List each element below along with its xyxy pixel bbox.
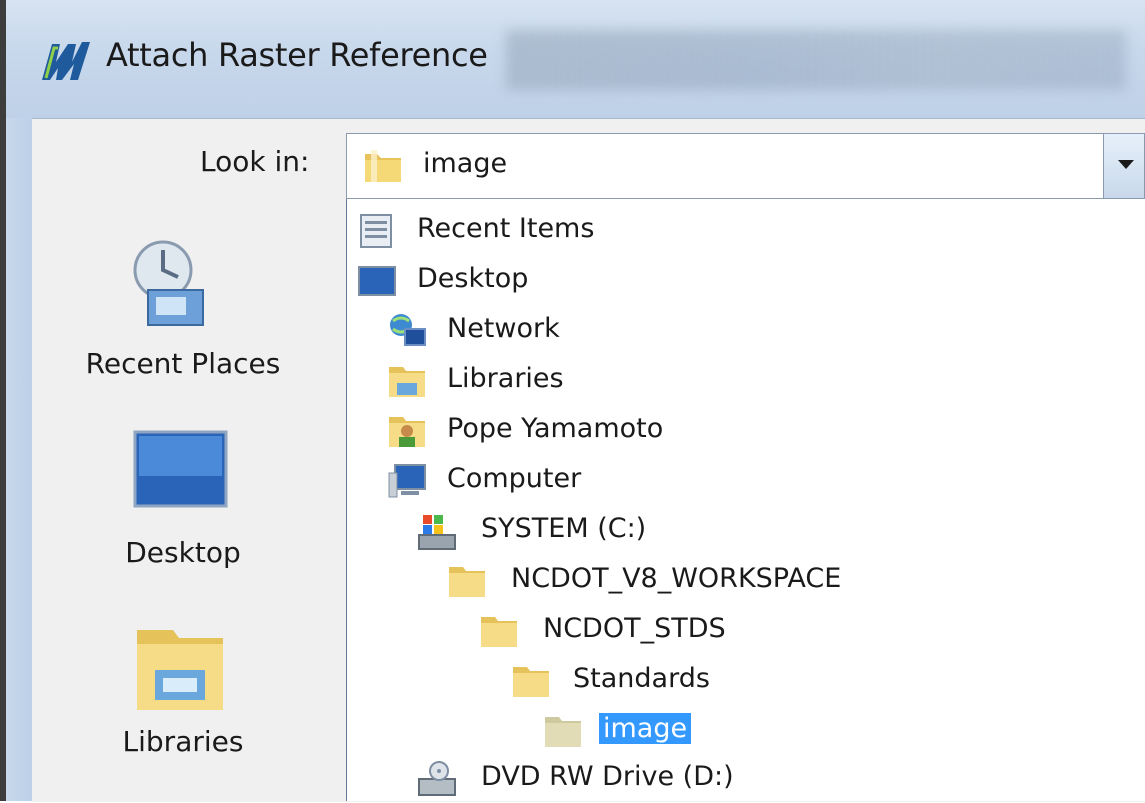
- microstation-app-icon: [42, 42, 90, 80]
- item-label: DVD RW Drive (D:): [481, 761, 734, 792]
- look-in-label: Look in:: [200, 145, 310, 178]
- place-label: Recent Places: [85, 347, 281, 380]
- dialog-title: Attach Raster Reference: [106, 36, 488, 74]
- place-label: Libraries: [122, 725, 244, 758]
- item-label: Computer: [447, 463, 582, 494]
- list-item[interactable]: SYSTEM (C:): [347, 507, 1127, 555]
- item-label: Desktop: [417, 263, 529, 294]
- libraries-icon: [137, 630, 223, 710]
- look-in-dropdown-list: Recent Items Desktop Network Libraries P…: [346, 199, 1145, 801]
- item-label: Pope Yamamoto: [447, 413, 664, 444]
- item-label: Recent Items: [417, 213, 595, 244]
- list-item[interactable]: Computer: [347, 457, 1127, 505]
- recent-items-icon: [360, 214, 392, 248]
- chevron-down-icon: [1118, 160, 1134, 169]
- list-item-selected[interactable]: image: [347, 707, 1127, 755]
- dvd-drive-icon: [418, 761, 456, 796]
- list-item[interactable]: Desktop: [347, 257, 1127, 305]
- look-in-value: image: [423, 148, 508, 179]
- item-label: NCDOT_STDS: [543, 613, 726, 644]
- item-label: NCDOT_V8_WORKSPACE: [511, 563, 842, 594]
- list-item[interactable]: Libraries: [347, 357, 1127, 405]
- list-item[interactable]: NCDOT_V8_WORKSPACE: [347, 557, 1127, 605]
- list-item[interactable]: NCDOT_STDS: [347, 607, 1127, 655]
- place-label: Desktop: [125, 536, 241, 569]
- user-folder-icon: [389, 417, 425, 447]
- item-label: Standards: [573, 663, 710, 694]
- item-label: image: [599, 713, 692, 744]
- place-recent-places[interactable]: Recent Places: [48, 235, 318, 415]
- list-item[interactable]: Standards: [347, 657, 1127, 705]
- look-in-combobox[interactable]: image: [346, 133, 1145, 199]
- computer-icon: [388, 464, 426, 498]
- place-libraries[interactable]: Libraries: [48, 620, 318, 770]
- desktop-icon: [133, 430, 228, 508]
- places-bar: Recent Places Desktop Libraries: [48, 205, 318, 801]
- item-label: SYSTEM (C:): [481, 513, 647, 544]
- desktop-icon: [358, 266, 396, 296]
- folder-icon: [513, 667, 549, 697]
- libraries-icon: [389, 367, 425, 397]
- recent-places-icon: [133, 240, 204, 326]
- list-item[interactable]: Recent Items: [347, 207, 1127, 255]
- list-item[interactable]: Pope Yamamoto: [347, 407, 1127, 455]
- look-in-dropdown-button[interactable]: [1103, 134, 1144, 198]
- item-label: Network: [447, 313, 560, 344]
- dialog-window: Attach Raster Reference Look in: image R…: [0, 0, 1145, 802]
- folder-icon: [545, 717, 581, 747]
- list-item[interactable]: Network: [347, 307, 1127, 355]
- list-item[interactable]: DVD RW Drive (D:): [347, 755, 1127, 803]
- place-desktop[interactable]: Desktop: [48, 430, 318, 590]
- item-label: Libraries: [447, 363, 564, 394]
- folder-icon: [365, 150, 401, 182]
- folder-icon: [481, 617, 517, 647]
- window-left-border: [6, 118, 32, 801]
- blurred-background: [506, 30, 1126, 90]
- folder-icon: [449, 567, 485, 597]
- network-icon: [390, 314, 426, 346]
- title-bar[interactable]: Attach Raster Reference: [6, 0, 1145, 118]
- drive-c-icon: [418, 515, 456, 550]
